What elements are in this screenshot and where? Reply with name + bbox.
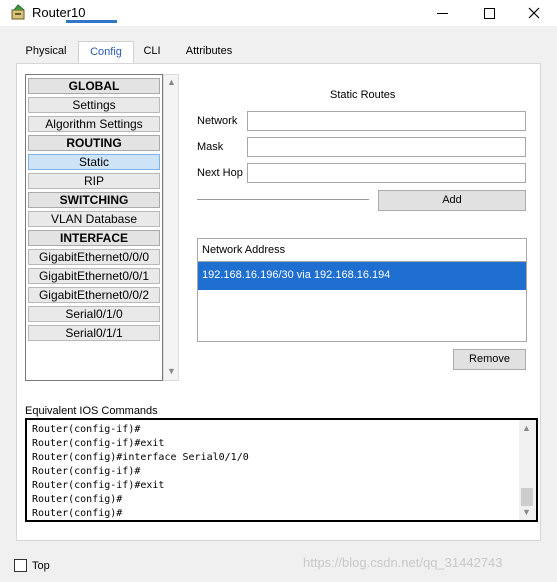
console-line: Router(config)#: [32, 494, 123, 505]
router-app-icon: [10, 4, 28, 22]
window-title: Router10: [32, 5, 86, 20]
tab-cli[interactable]: CLI: [138, 41, 166, 63]
nav-header-interface: INTERFACE: [28, 230, 160, 246]
static-routes-title: Static Routes: [330, 89, 396, 101]
nav-header-routing: ROUTING: [28, 135, 160, 151]
divider: [197, 199, 369, 200]
console-line: Router(config-if)#exit: [32, 438, 165, 449]
console-line: Router(config-if)#: [32, 424, 141, 435]
minimize-button[interactable]: [419, 0, 465, 26]
nav-item-vlan-database[interactable]: VLAN Database: [28, 211, 160, 227]
console-scroll-thumb[interactable]: [521, 488, 533, 506]
network-label: Network: [197, 115, 238, 127]
scroll-down-icon[interactable]: ▼: [522, 507, 531, 517]
nav-scrollbar[interactable]: ▲ ▼: [163, 74, 179, 381]
scroll-up-icon[interactable]: ▲: [522, 423, 531, 433]
minimize-icon: [436, 12, 448, 14]
active-tab-indicator: [66, 20, 117, 23]
nav-item-serial0-1-0[interactable]: Serial0/1/0: [28, 306, 160, 322]
next-hop-input[interactable]: [247, 163, 526, 183]
next-hop-label: Next Hop: [197, 167, 243, 179]
ios-commands-console[interactable]: Router(config-if)# Router(config-if)#exi…: [25, 418, 538, 522]
add-route-button[interactable]: Add: [378, 190, 526, 211]
network-input[interactable]: [247, 111, 526, 131]
nav-item-algorithm-settings[interactable]: Algorithm Settings: [28, 116, 160, 132]
nav-item-settings[interactable]: Settings: [28, 97, 160, 113]
remove-route-button[interactable]: Remove: [453, 349, 526, 370]
scroll-up-icon[interactable]: ▲: [167, 77, 176, 87]
close-button[interactable]: [511, 0, 557, 26]
console-line: Router(config)#: [32, 508, 123, 519]
watermark: https://blog.csdn.net/qq_31442743: [303, 555, 503, 570]
nav-item-gigabitethernet0-0-2[interactable]: GigabitEthernet0/0/2: [28, 287, 160, 303]
mask-label: Mask: [197, 141, 224, 153]
nav-item-serial0-1-1[interactable]: Serial0/1/1: [28, 325, 160, 341]
tab-attributes[interactable]: Attributes: [176, 41, 242, 63]
nav-item-gigabitethernet0-0-1[interactable]: GigabitEthernet0/0/1: [28, 268, 160, 284]
nav-header-switching: SWITCHING: [28, 192, 160, 208]
console-line: Router(config-if)#exit: [32, 480, 165, 491]
nav-item-rip[interactable]: RIP: [28, 173, 160, 189]
route-list-row[interactable]: 192.168.16.196/30 via 192.168.16.194: [198, 262, 526, 290]
scroll-down-icon[interactable]: ▼: [167, 366, 176, 376]
nav-item-gigabitethernet0-0-0[interactable]: GigabitEthernet0/0/0: [28, 249, 160, 265]
tab-config[interactable]: Config: [78, 41, 134, 63]
top-checkbox[interactable]: [14, 559, 27, 572]
maximize-button[interactable]: [466, 0, 512, 26]
maximize-icon: [483, 7, 495, 19]
config-nav-list: GLOBAL Settings Algorithm Settings ROUTI…: [25, 74, 163, 381]
route-list: Network Address 192.168.16.196/30 via 19…: [197, 238, 527, 342]
console-line: Router(config-if)#: [32, 466, 141, 477]
console-line: Router(config)#interface Serial0/1/0: [32, 452, 249, 463]
route-list-header: Network Address: [198, 239, 526, 262]
top-checkbox-label: Top: [32, 560, 50, 572]
mask-input[interactable]: [247, 137, 526, 157]
tab-physical[interactable]: Physical: [16, 41, 76, 63]
ios-commands-label: Equivalent IOS Commands: [25, 405, 158, 417]
nav-header-global: GLOBAL: [28, 78, 160, 94]
console-scrollbar[interactable]: ▲ ▼: [519, 420, 536, 520]
nav-item-static[interactable]: Static: [28, 154, 160, 170]
close-icon: [528, 7, 540, 19]
